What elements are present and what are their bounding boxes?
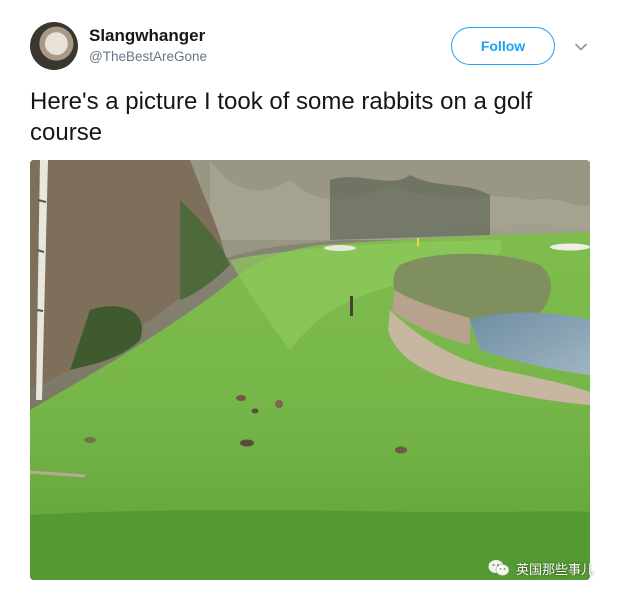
watermark-text: 英国那些事儿 xyxy=(516,561,595,577)
tweet-photo[interactable] xyxy=(30,160,590,580)
avatar[interactable] xyxy=(30,22,78,70)
display-name[interactable]: Slangwhanger xyxy=(89,26,205,46)
user-handle[interactable]: @TheBestAreGone xyxy=(89,49,207,64)
watermark: 英国那些事儿 xyxy=(488,557,594,579)
rabbit xyxy=(251,408,259,414)
follow-button-label: Follow xyxy=(480,38,526,54)
follow-button[interactable]: Follow xyxy=(451,27,555,65)
tweet-text: Here's a picture I took of some rabbits … xyxy=(30,88,533,146)
wechat-icon xyxy=(488,560,510,576)
rabbit xyxy=(84,437,96,443)
rabbit xyxy=(240,439,254,447)
chevron-down-icon[interactable] xyxy=(574,40,588,54)
rabbit xyxy=(236,395,246,401)
rabbit xyxy=(275,400,283,408)
rabbit xyxy=(395,446,407,454)
golf-course-photo xyxy=(30,160,590,580)
